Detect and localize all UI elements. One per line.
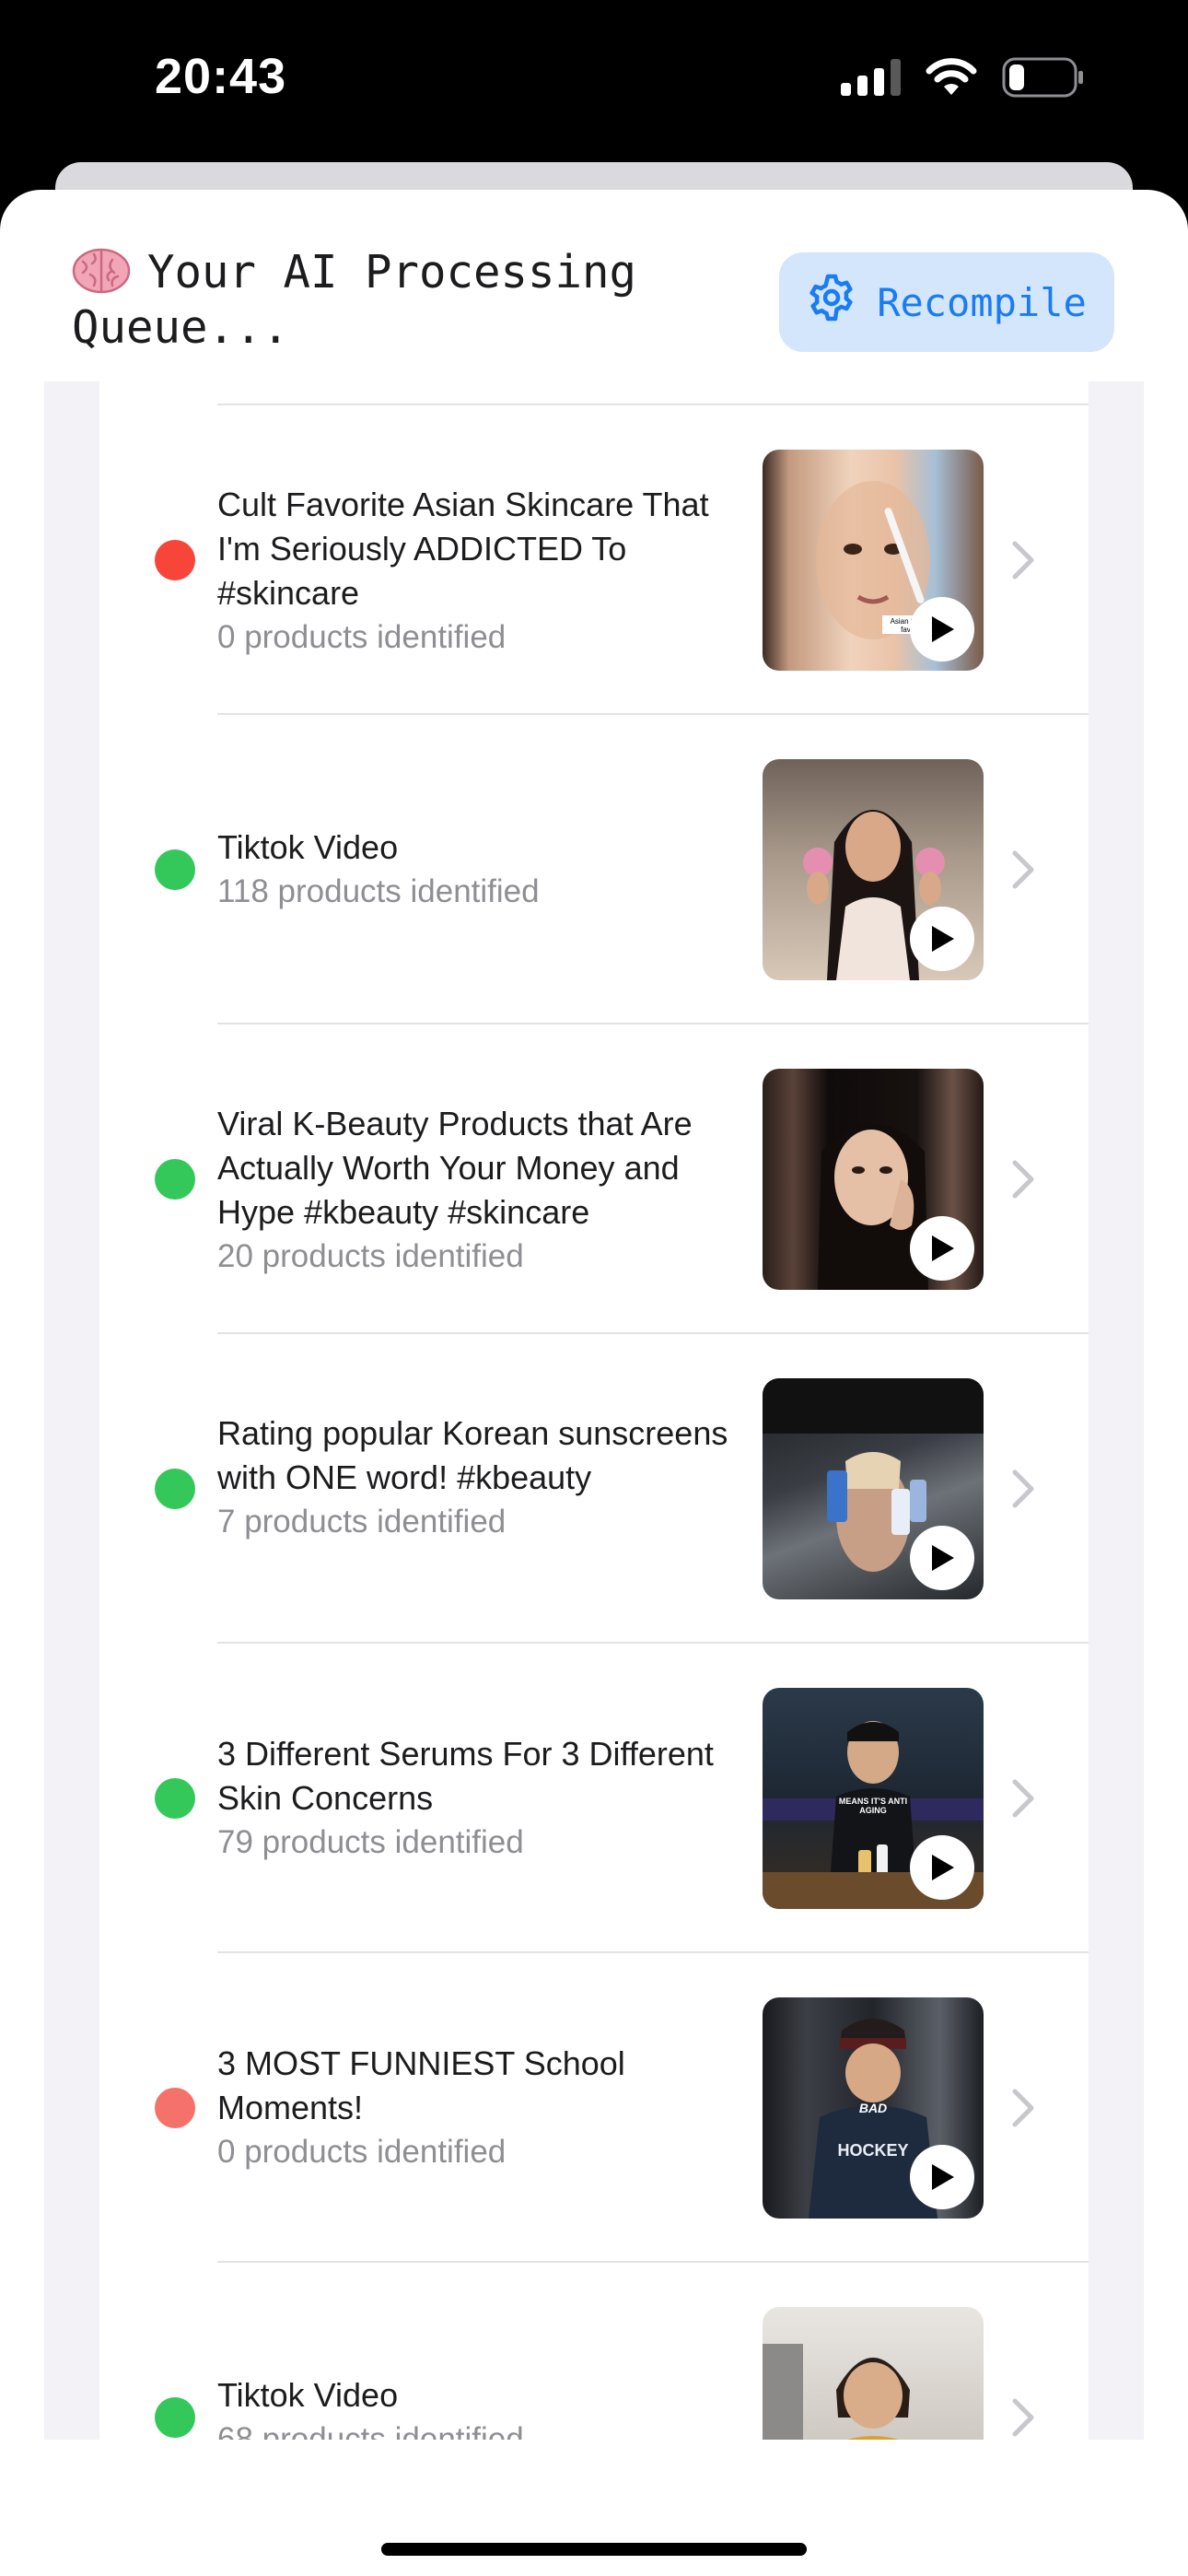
- item-title: Tiktok Video: [217, 2376, 399, 2414]
- play-icon: [932, 2164, 954, 2190]
- item-title: Tiktok Video: [217, 828, 399, 866]
- play-button[interactable]: [910, 907, 974, 971]
- chevron-right-icon: [1012, 2398, 1034, 2437]
- battery-icon: [1002, 57, 1085, 98]
- status-dot: [155, 540, 195, 580]
- queue-list-area[interactable]: Cult Favorite Asian Skincare That I'm Se…: [44, 381, 1144, 2440]
- queue-item[interactable]: Cult Favorite Asian Skincare That I'm Se…: [99, 405, 1089, 715]
- video-thumbnail[interactable]: [763, 1378, 984, 1599]
- video-thumbnail[interactable]: MEANS IT'S ANTI AGING: [763, 1688, 984, 1909]
- video-thumbnail[interactable]: [763, 2307, 984, 2440]
- item-title: 3 MOST FUNNIEST School Moments!: [217, 2044, 625, 2126]
- cellular-signal-icon: [841, 59, 901, 96]
- chevron-right-icon: [1012, 1779, 1034, 1818]
- video-thumbnail[interactable]: HOCKEY BAD: [763, 1997, 984, 2219]
- queue-list[interactable]: Cult Favorite Asian Skincare That I'm Se…: [99, 381, 1089, 2440]
- status-bar: 20:43: [0, 0, 1188, 166]
- item-title: Viral K-Beauty Products that Are Actuall…: [217, 1105, 693, 1231]
- thumbnail-caption: BAD: [858, 2101, 888, 2115]
- queue-item[interactable]: 3 MOST FUNNIEST School Moments! 0 produc…: [99, 1953, 1089, 2263]
- status-dot: [155, 1778, 195, 1819]
- chevron-right-icon: [1012, 850, 1034, 889]
- play-button[interactable]: [910, 1835, 974, 1900]
- thumbnail-image: [763, 2344, 910, 2440]
- svg-text:HOCKEY: HOCKEY: [837, 2141, 908, 2160]
- wifi-icon: [925, 58, 978, 97]
- chevron-right-icon: [1012, 1469, 1034, 1508]
- item-subtitle: 7 products identified: [217, 1504, 507, 1540]
- item-subtitle: 118 products identified: [217, 873, 540, 909]
- play-icon: [932, 1235, 954, 1261]
- recompile-button[interactable]: Recompile: [779, 252, 1114, 352]
- status-dot: [155, 1469, 195, 1509]
- queue-item[interactable]: Rating popular Korean sunscreens with ON…: [99, 1334, 1089, 1644]
- item-subtitle: 79 products identified: [217, 1824, 524, 1860]
- play-icon: [932, 1545, 954, 1571]
- brain-icon: [72, 247, 131, 295]
- item-title: Cult Favorite Asian Skincare That I'm Se…: [217, 486, 709, 612]
- item-subtitle: 20 products identified: [217, 1238, 524, 1274]
- video-thumbnail[interactable]: [763, 1069, 984, 1290]
- video-thumbnail[interactable]: Asian Skincare "cult faves edition": [763, 450, 984, 671]
- queue-item[interactable]: 3 Different Serums For 3 Different Skin …: [99, 1644, 1089, 1953]
- chevron-right-icon: [1012, 541, 1034, 580]
- recompile-label: Recompile: [877, 279, 1087, 325]
- item-title: 3 Different Serums For 3 Different Skin …: [217, 1735, 714, 1817]
- chevron-right-icon: [1012, 2089, 1034, 2127]
- home-indicator[interactable]: [381, 2543, 807, 2556]
- page-title-text: Your AI Processing Queue...: [72, 246, 637, 354]
- queue-item[interactable]: Tiktok Video 68 products identified: [99, 2263, 1089, 2440]
- queue-item[interactable]: Viral K-Beauty Products that Are Actuall…: [99, 1025, 1089, 1334]
- queue-item[interactable]: Tiktok Video 118 products identified: [99, 715, 1089, 1025]
- play-button[interactable]: [910, 1526, 974, 1590]
- status-time: 20:43: [155, 49, 287, 104]
- status-dot: [155, 849, 195, 890]
- item-subtitle: 0 products identified: [217, 2134, 507, 2170]
- gear-icon: [807, 273, 856, 332]
- play-icon: [932, 926, 954, 952]
- play-button[interactable]: [910, 2145, 974, 2209]
- status-dot: [155, 1159, 195, 1200]
- play-button[interactable]: [910, 1216, 974, 1281]
- play-icon: [932, 1855, 954, 1880]
- play-icon: [932, 616, 954, 642]
- chevron-right-icon: [1012, 1160, 1034, 1199]
- status-icons: [841, 57, 1085, 98]
- status-dot: [155, 2397, 195, 2438]
- video-thumbnail[interactable]: [763, 759, 984, 980]
- item-title: Rating popular Korean sunscreens with ON…: [217, 1414, 728, 1496]
- play-button[interactable]: [910, 597, 974, 662]
- item-subtitle: 0 products identified: [217, 619, 507, 655]
- thumbnail-caption: MEANS IT'S ANTI AGING: [838, 1797, 908, 1815]
- page-title: Your AI Processing Queue...: [72, 245, 716, 356]
- status-dot: [155, 2088, 195, 2128]
- item-subtitle: 68 products identified: [217, 2421, 524, 2440]
